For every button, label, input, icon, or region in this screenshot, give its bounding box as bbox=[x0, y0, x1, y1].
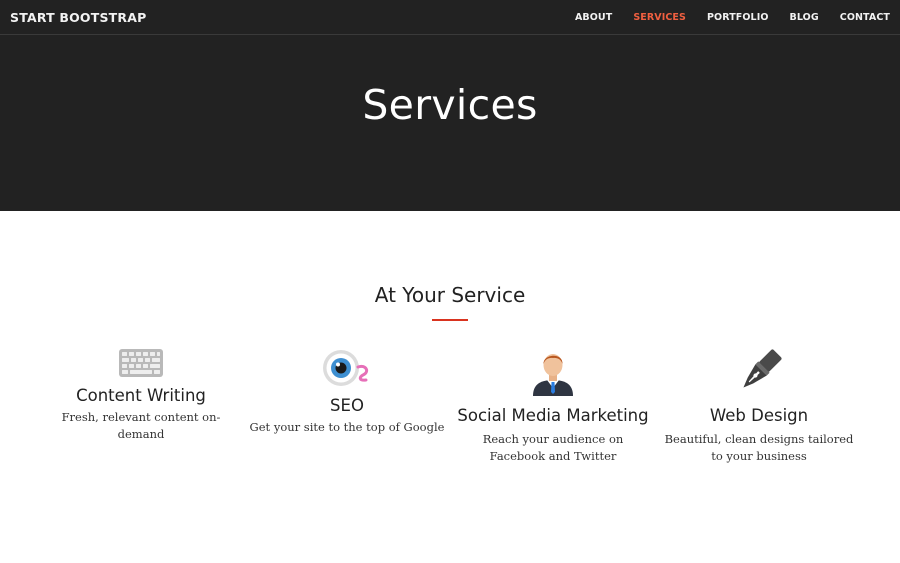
service-description: Fresh, relevant content on-demand bbox=[61, 410, 221, 441]
nav-item-portfolio[interactable]: PORTFOLIO bbox=[707, 12, 769, 23]
service-card-social-media-marketing: Social Media Marketing Reach your audien… bbox=[453, 348, 653, 465]
service-card-web-design: Web Design Beautiful, clean designs tail… bbox=[659, 348, 859, 465]
navbar: START BOOTSTRAP ABOUT SERVICES PORTFOLIO… bbox=[0, 0, 900, 35]
keyboard-icon bbox=[119, 349, 163, 377]
nav-item-services[interactable]: SERVICES bbox=[633, 12, 686, 23]
service-description: Beautiful, clean designs tailored to you… bbox=[664, 432, 854, 463]
service-card-content-writing: Content Writing Fresh, relevant content … bbox=[41, 348, 241, 443]
nav-item-about[interactable]: ABOUT bbox=[575, 12, 612, 23]
service-description: Reach your audience on Facebook and Twit… bbox=[482, 432, 624, 463]
service-title: Social Media Marketing bbox=[457, 406, 649, 425]
service-card-seo: SEO Get your site to the top of Google bbox=[247, 348, 447, 436]
nav-item-contact[interactable]: CONTACT bbox=[840, 12, 890, 23]
nav-menu: ABOUT SERVICES PORTFOLIO BLOG CONTACT bbox=[554, 12, 890, 23]
service-description: Get your site to the top of Google bbox=[249, 420, 445, 434]
service-title: Web Design bbox=[709, 406, 809, 425]
nav-item-blog[interactable]: BLOG bbox=[790, 12, 819, 23]
eye-icon bbox=[323, 350, 369, 386]
section-divider bbox=[432, 319, 468, 321]
page-title: Services bbox=[362, 81, 538, 129]
fountain-pen-icon bbox=[743, 349, 782, 388]
section-heading: At Your Service bbox=[374, 283, 526, 307]
service-title: SEO bbox=[330, 396, 364, 415]
brand-link[interactable]: START BOOTSTRAP bbox=[10, 10, 146, 25]
service-title: Content Writing bbox=[76, 386, 206, 405]
hero-banner: Services bbox=[0, 35, 900, 211]
businessman-icon bbox=[533, 354, 573, 396]
